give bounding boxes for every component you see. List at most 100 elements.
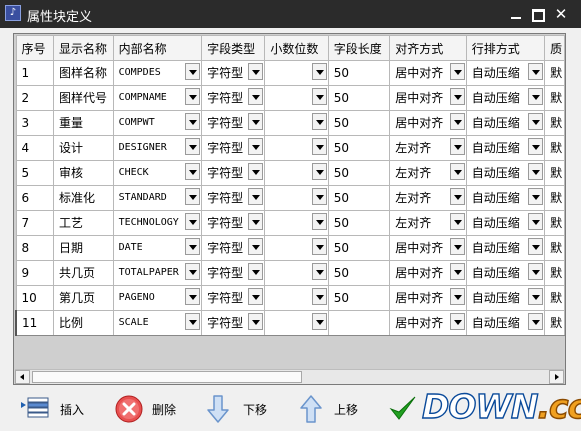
- cell-layout[interactable]: 自动压缩: [465, 260, 546, 286]
- cell-no[interactable]: 6: [15, 185, 54, 211]
- dropdown-arrow-icon[interactable]: [528, 63, 544, 80]
- cell-align[interactable]: 居中对齐: [389, 260, 467, 286]
- cell-internal-name[interactable]: COMPDES: [112, 60, 203, 86]
- scroll-thumb[interactable]: [32, 371, 302, 383]
- cell-align[interactable]: 左对齐: [389, 185, 467, 211]
- cell-internal-name[interactable]: SCALE: [112, 310, 203, 336]
- cell-layout[interactable]: 自动压缩: [465, 160, 546, 186]
- dropdown-arrow-icon[interactable]: [311, 113, 327, 130]
- cell-field-type[interactable]: 字符型: [201, 160, 266, 186]
- cell-no[interactable]: 9: [15, 260, 54, 286]
- cell-extra[interactable]: 默: [544, 310, 565, 336]
- scroll-left-icon[interactable]: [15, 370, 30, 384]
- dropdown-arrow-icon[interactable]: [528, 88, 544, 105]
- dropdown-arrow-icon[interactable]: [449, 213, 465, 230]
- dropdown-arrow-icon[interactable]: [449, 238, 465, 255]
- dropdown-arrow-icon[interactable]: [311, 63, 327, 80]
- dropdown-arrow-icon[interactable]: [248, 313, 264, 330]
- dropdown-arrow-icon[interactable]: [449, 263, 465, 280]
- dropdown-arrow-icon[interactable]: [528, 188, 544, 205]
- cell-extra[interactable]: 默: [544, 60, 565, 86]
- cell-extra[interactable]: 默: [544, 110, 565, 136]
- cell-decimals[interactable]: [264, 185, 329, 211]
- dropdown-arrow-icon[interactable]: [248, 238, 264, 255]
- dropdown-arrow-icon[interactable]: [185, 163, 201, 180]
- dropdown-arrow-icon[interactable]: [185, 238, 201, 255]
- cell-display-name[interactable]: 共几页: [52, 260, 114, 286]
- cell-decimals[interactable]: [264, 235, 329, 261]
- table-row[interactable]: 10 第几页 PAGENO 字符型 50 居中对齐 自动压缩默: [15, 285, 565, 311]
- dropdown-arrow-icon[interactable]: [248, 88, 264, 105]
- dropdown-arrow-icon[interactable]: [185, 188, 201, 205]
- cell-internal-name[interactable]: PAGENO: [112, 285, 203, 311]
- dropdown-arrow-icon[interactable]: [528, 288, 544, 305]
- cell-internal-name[interactable]: DATE: [112, 235, 203, 261]
- cell-field-type[interactable]: 字符型: [201, 60, 266, 86]
- cell-decimals[interactable]: [264, 135, 329, 161]
- table-row[interactable]: 6 标准化 STANDARD 字符型 50 左对齐 自动压缩默: [15, 185, 565, 211]
- cell-decimals[interactable]: [264, 260, 329, 286]
- col-header-display-name[interactable]: 显示名称: [52, 35, 114, 61]
- table-row[interactable]: 7 工艺 TECHNOLOGY 字符型 50 左对齐 自动压缩默: [15, 210, 565, 236]
- col-header-decimals[interactable]: 小数位数: [264, 35, 329, 61]
- move-up-button[interactable]: 上移: [298, 394, 368, 424]
- cell-decimals[interactable]: [264, 210, 329, 236]
- cell-length[interactable]: 50: [327, 210, 391, 236]
- maximize-icon[interactable]: [530, 8, 546, 22]
- cell-field-type[interactable]: 字符型: [201, 210, 266, 236]
- dropdown-arrow-icon[interactable]: [248, 138, 264, 155]
- cell-no[interactable]: 2: [15, 85, 54, 111]
- dropdown-arrow-icon[interactable]: [185, 63, 201, 80]
- dropdown-arrow-icon[interactable]: [311, 88, 327, 105]
- dropdown-arrow-icon[interactable]: [449, 88, 465, 105]
- cell-extra[interactable]: 默: [544, 85, 565, 111]
- dropdown-arrow-icon[interactable]: [311, 213, 327, 230]
- cell-field-type[interactable]: 字符型: [201, 260, 266, 286]
- dropdown-arrow-icon[interactable]: [185, 213, 201, 230]
- col-header-length[interactable]: 字段长度: [327, 35, 391, 61]
- dropdown-arrow-icon[interactable]: [449, 188, 465, 205]
- cell-layout[interactable]: 自动压缩: [465, 185, 546, 211]
- dropdown-arrow-icon[interactable]: [311, 313, 327, 330]
- cell-field-type[interactable]: 字符型: [201, 110, 266, 136]
- cell-align[interactable]: 居中对齐: [389, 110, 467, 136]
- dropdown-arrow-icon[interactable]: [248, 188, 264, 205]
- dropdown-arrow-icon[interactable]: [248, 263, 264, 280]
- dropdown-arrow-icon[interactable]: [311, 238, 327, 255]
- cell-layout[interactable]: 自动压缩: [465, 285, 546, 311]
- dropdown-arrow-icon[interactable]: [311, 163, 327, 180]
- dropdown-arrow-icon[interactable]: [185, 138, 201, 155]
- table-row[interactable]: 9 共几页 TOTALPAPER 字符型 50 居中对齐 自动压缩默: [15, 260, 565, 286]
- cell-align[interactable]: 居中对齐: [389, 285, 467, 311]
- cell-no[interactable]: 8: [15, 235, 54, 261]
- cell-length[interactable]: 50: [327, 285, 391, 311]
- table-row[interactable]: 11 比例 SCALE 字符型 50 居中对齐 自动压缩默: [14, 310, 565, 336]
- table-row[interactable]: 8 日期 DATE 字符型 50 居中对齐 自动压缩默: [15, 235, 565, 261]
- cell-no[interactable]: 11: [14, 310, 54, 336]
- cell-length[interactable]: 50: [327, 260, 391, 286]
- col-header-internal-name[interactable]: 内部名称: [112, 35, 203, 61]
- dropdown-arrow-icon[interactable]: [528, 313, 544, 330]
- cell-internal-name[interactable]: DESIGNER: [112, 135, 203, 161]
- cell-display-name[interactable]: 图样名称: [52, 60, 114, 86]
- table-row[interactable]: 5 审核 CHECK 字符型 50 左对齐 自动压缩默: [15, 160, 565, 186]
- cell-internal-name[interactable]: COMPNAME: [112, 85, 203, 111]
- cell-length[interactable]: 50: [327, 160, 391, 186]
- dropdown-arrow-icon[interactable]: [311, 288, 327, 305]
- cell-layout[interactable]: 自动压缩: [465, 110, 546, 136]
- dropdown-arrow-icon[interactable]: [449, 138, 465, 155]
- cell-decimals[interactable]: [264, 285, 329, 311]
- cell-internal-name[interactable]: TECHNOLOGY: [112, 210, 203, 236]
- table-row[interactable]: 1 图样名称 COMPDES 字符型 50 居中对齐 自动压缩默: [15, 60, 565, 86]
- dropdown-arrow-icon[interactable]: [528, 138, 544, 155]
- cell-length[interactable]: 50: [327, 110, 391, 136]
- table-row[interactable]: 2 图样代号 COMPNAME 字符型 50 居中对齐 自动压缩默: [15, 85, 565, 111]
- dropdown-arrow-icon[interactable]: [311, 188, 327, 205]
- dropdown-arrow-icon[interactable]: [185, 313, 201, 330]
- cell-decimals[interactable]: [264, 60, 329, 86]
- cell-decimals[interactable]: [264, 110, 329, 136]
- dropdown-arrow-icon[interactable]: [528, 163, 544, 180]
- dropdown-arrow-icon[interactable]: [449, 288, 465, 305]
- dropdown-arrow-icon[interactable]: [185, 113, 201, 130]
- cell-layout[interactable]: 自动压缩: [465, 135, 546, 161]
